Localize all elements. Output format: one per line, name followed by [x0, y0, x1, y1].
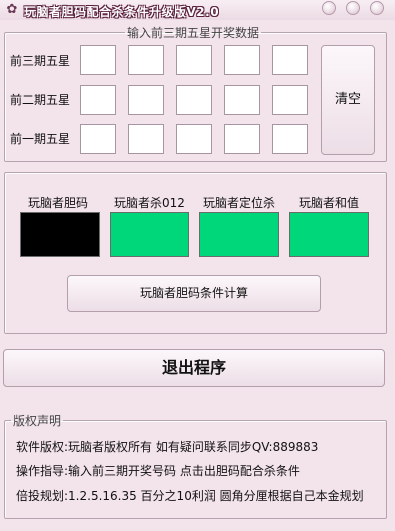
digit-input[interactable]	[176, 124, 212, 154]
row-label-2: 前二期五星	[10, 93, 71, 107]
result-box-sha012	[110, 212, 189, 257]
digit-input[interactable]	[128, 85, 164, 115]
digit-input[interactable]	[272, 124, 308, 154]
digit-input[interactable]	[80, 45, 116, 75]
digit-input[interactable]	[224, 85, 260, 115]
clear-button[interactable]: 清空	[321, 45, 375, 155]
digit-input[interactable]	[80, 124, 116, 154]
digit-input[interactable]	[176, 85, 212, 115]
digit-input[interactable]	[272, 45, 308, 75]
calculate-button[interactable]: 玩脑者胆码条件计算	[67, 275, 321, 312]
row-label-1: 前一期五星	[10, 132, 71, 146]
close-button[interactable]	[370, 1, 384, 15]
digit-input[interactable]	[272, 85, 308, 115]
app-logo-icon: ✿	[6, 2, 18, 17]
result-box-dan	[20, 212, 100, 257]
digit-input[interactable]	[128, 124, 164, 154]
row-label-3: 前三期五星	[10, 54, 71, 68]
title-bar[interactable]: ✿ 玩脑者胆码配合杀条件升级版V2.0	[0, 0, 395, 20]
result-label-hezhi: 玩脑者和值	[299, 196, 360, 210]
input-group-legend: 输入前三期五星开奖数据	[127, 26, 260, 40]
digit-input[interactable]	[224, 124, 260, 154]
result-label-dingwei: 玩脑者定位杀	[203, 196, 276, 210]
copyright-legend: 版权声明	[13, 414, 62, 428]
result-box-dingwei	[199, 212, 279, 257]
digit-input[interactable]	[80, 85, 116, 115]
minimize-button[interactable]	[322, 1, 336, 15]
copyright-line: 软件版权:玩脑者版权所有 如有疑问联系同步QV:889883	[16, 440, 319, 454]
result-label-sha012: 玩脑者杀012	[114, 196, 185, 210]
window-title: 玩脑者胆码配合杀条件升级版V2.0	[24, 5, 220, 19]
digit-input[interactable]	[176, 45, 212, 75]
plan-line: 倍投规划:1.2.5.16.35 百分之10利润 圆角分厘根据自己本金规划	[16, 489, 364, 503]
exit-button[interactable]: 退出程序	[3, 349, 385, 387]
digit-input[interactable]	[224, 45, 260, 75]
result-label-dan: 玩脑者胆码	[28, 196, 89, 210]
maximize-button[interactable]	[346, 1, 360, 15]
digit-input[interactable]	[128, 45, 164, 75]
guide-line: 操作指导:输入前三期开奖号码 点击出胆码配合杀条件	[16, 464, 300, 478]
result-box-hezhi	[289, 212, 369, 257]
